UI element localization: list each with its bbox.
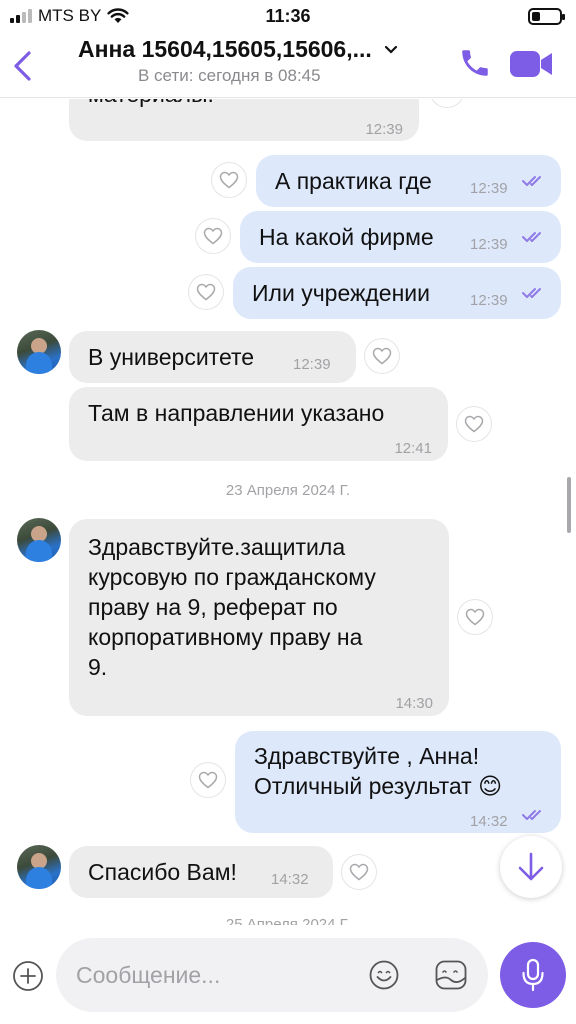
message-time: 14:32 — [271, 871, 309, 888]
message-input-container[interactable] — [56, 938, 488, 1012]
read-checkmarks-icon — [522, 232, 541, 242]
microphone-icon — [522, 958, 544, 992]
contact-avatar[interactable] — [17, 518, 61, 562]
message-time: 14:32 — [470, 813, 508, 830]
battery-icon — [528, 8, 565, 25]
like-icon[interactable] — [457, 407, 491, 441]
message-time: 12:39 — [293, 356, 331, 373]
message-bubble-incoming[interactable]: Спасибо Вам! 14:32 — [69, 846, 333, 898]
scrollbar[interactable] — [567, 477, 571, 533]
message-bubble-outgoing[interactable]: А практика где 12:39 — [256, 155, 561, 207]
message-text-line: Отличный результат 😊 — [254, 771, 502, 801]
message-time: 12:41 — [394, 440, 432, 457]
like-icon[interactable] — [196, 219, 230, 253]
message-bubble-incoming[interactable]: В университете 12:39 — [69, 331, 356, 383]
message-text: Там в направлении указано — [88, 400, 385, 426]
emoji-icon[interactable] — [368, 959, 400, 991]
message-bubble-outgoing[interactable]: Здравствуйте , Анна! Отличный результат … — [235, 731, 561, 833]
message-time: 12:39 — [470, 180, 508, 197]
message-text: материалы. — [88, 99, 214, 109]
message-text: Или учреждении — [252, 280, 430, 306]
contact-avatar[interactable] — [17, 330, 61, 374]
chat-header: Анна 15604,15605,15606,... В сети: сегод… — [0, 34, 576, 98]
like-icon[interactable] — [458, 600, 492, 634]
message-text: Спасибо Вам! — [88, 859, 237, 885]
plus-icon[interactable] — [12, 960, 44, 992]
message-bubble-incoming[interactable]: Там в направлении указано 12:41 — [69, 387, 448, 461]
like-icon[interactable] — [365, 339, 399, 373]
scroll-to-bottom-button[interactable] — [500, 836, 562, 898]
phone-icon[interactable] — [458, 46, 492, 80]
read-checkmarks-icon — [522, 810, 541, 820]
back-arrow-icon[interactable] — [8, 48, 38, 84]
like-icon[interactable] — [342, 855, 376, 889]
message-composer — [0, 925, 576, 1024]
message-text-line: курсовую по гражданскому — [88, 564, 376, 590]
message-bubble-incoming[interactable]: материалы. 12:39 — [69, 99, 419, 141]
message-text: На какой фирме — [259, 224, 434, 250]
chevron-down-icon — [384, 45, 397, 54]
video-call-icon[interactable] — [508, 48, 554, 80]
arrow-down-icon — [518, 852, 544, 881]
like-icon[interactable] — [430, 99, 464, 107]
message-bubble-outgoing[interactable]: Или учреждении 12:39 — [233, 267, 561, 319]
message-time: 12:39 — [365, 121, 403, 138]
chat-title-row[interactable]: Анна 15604,15605,15606,... — [78, 36, 398, 63]
message-text-line: Здравствуйте , Анна! — [254, 743, 480, 769]
smile-emoji-icon: 😊 — [478, 773, 503, 799]
date-separator: 23 Апреля 2024 Г. — [225, 482, 351, 499]
message-bubble-outgoing[interactable]: На какой фирме 12:39 — [240, 211, 561, 263]
message-text-line: 9. — [88, 654, 108, 680]
read-checkmarks-icon — [522, 288, 541, 298]
like-icon[interactable] — [191, 763, 225, 797]
message-text: В университете — [88, 344, 255, 370]
clock: 11:36 — [265, 6, 311, 26]
voice-message-button[interactable] — [500, 942, 566, 1008]
message-bubble-incoming[interactable]: Здравствуйте.защитила курсовую по гражда… — [69, 519, 449, 716]
date-separator: 25 Апреля 2024 Г. — [225, 916, 351, 925]
presence-status: В сети: сегодня в 08:45 — [138, 66, 321, 85]
status-bar: MTS BY 11:36 — [0, 0, 576, 34]
message-list[interactable]: материалы. 12:39 А практика где 12:39 На… — [0, 99, 576, 925]
message-time: 12:39 — [470, 292, 508, 309]
like-icon[interactable] — [212, 163, 246, 197]
message-text: А практика где — [275, 168, 432, 194]
sticker-icon[interactable] — [434, 959, 468, 991]
message-text-fragment: Отличный результат — [254, 773, 472, 799]
message-time: 14:30 — [395, 695, 433, 712]
message-text-line: корпоративному праву на — [88, 624, 363, 650]
message-input[interactable] — [76, 956, 366, 994]
message-text-line: Здравствуйте.защитила — [88, 534, 346, 560]
chat-title: Анна 15604,15605,15606,... — [78, 36, 372, 62]
contact-avatar[interactable] — [17, 845, 61, 889]
like-icon[interactable] — [189, 275, 223, 309]
message-time: 12:39 — [470, 236, 508, 253]
read-checkmarks-icon — [522, 176, 541, 186]
message-text-line: праву на 9, реферат по — [88, 594, 338, 620]
